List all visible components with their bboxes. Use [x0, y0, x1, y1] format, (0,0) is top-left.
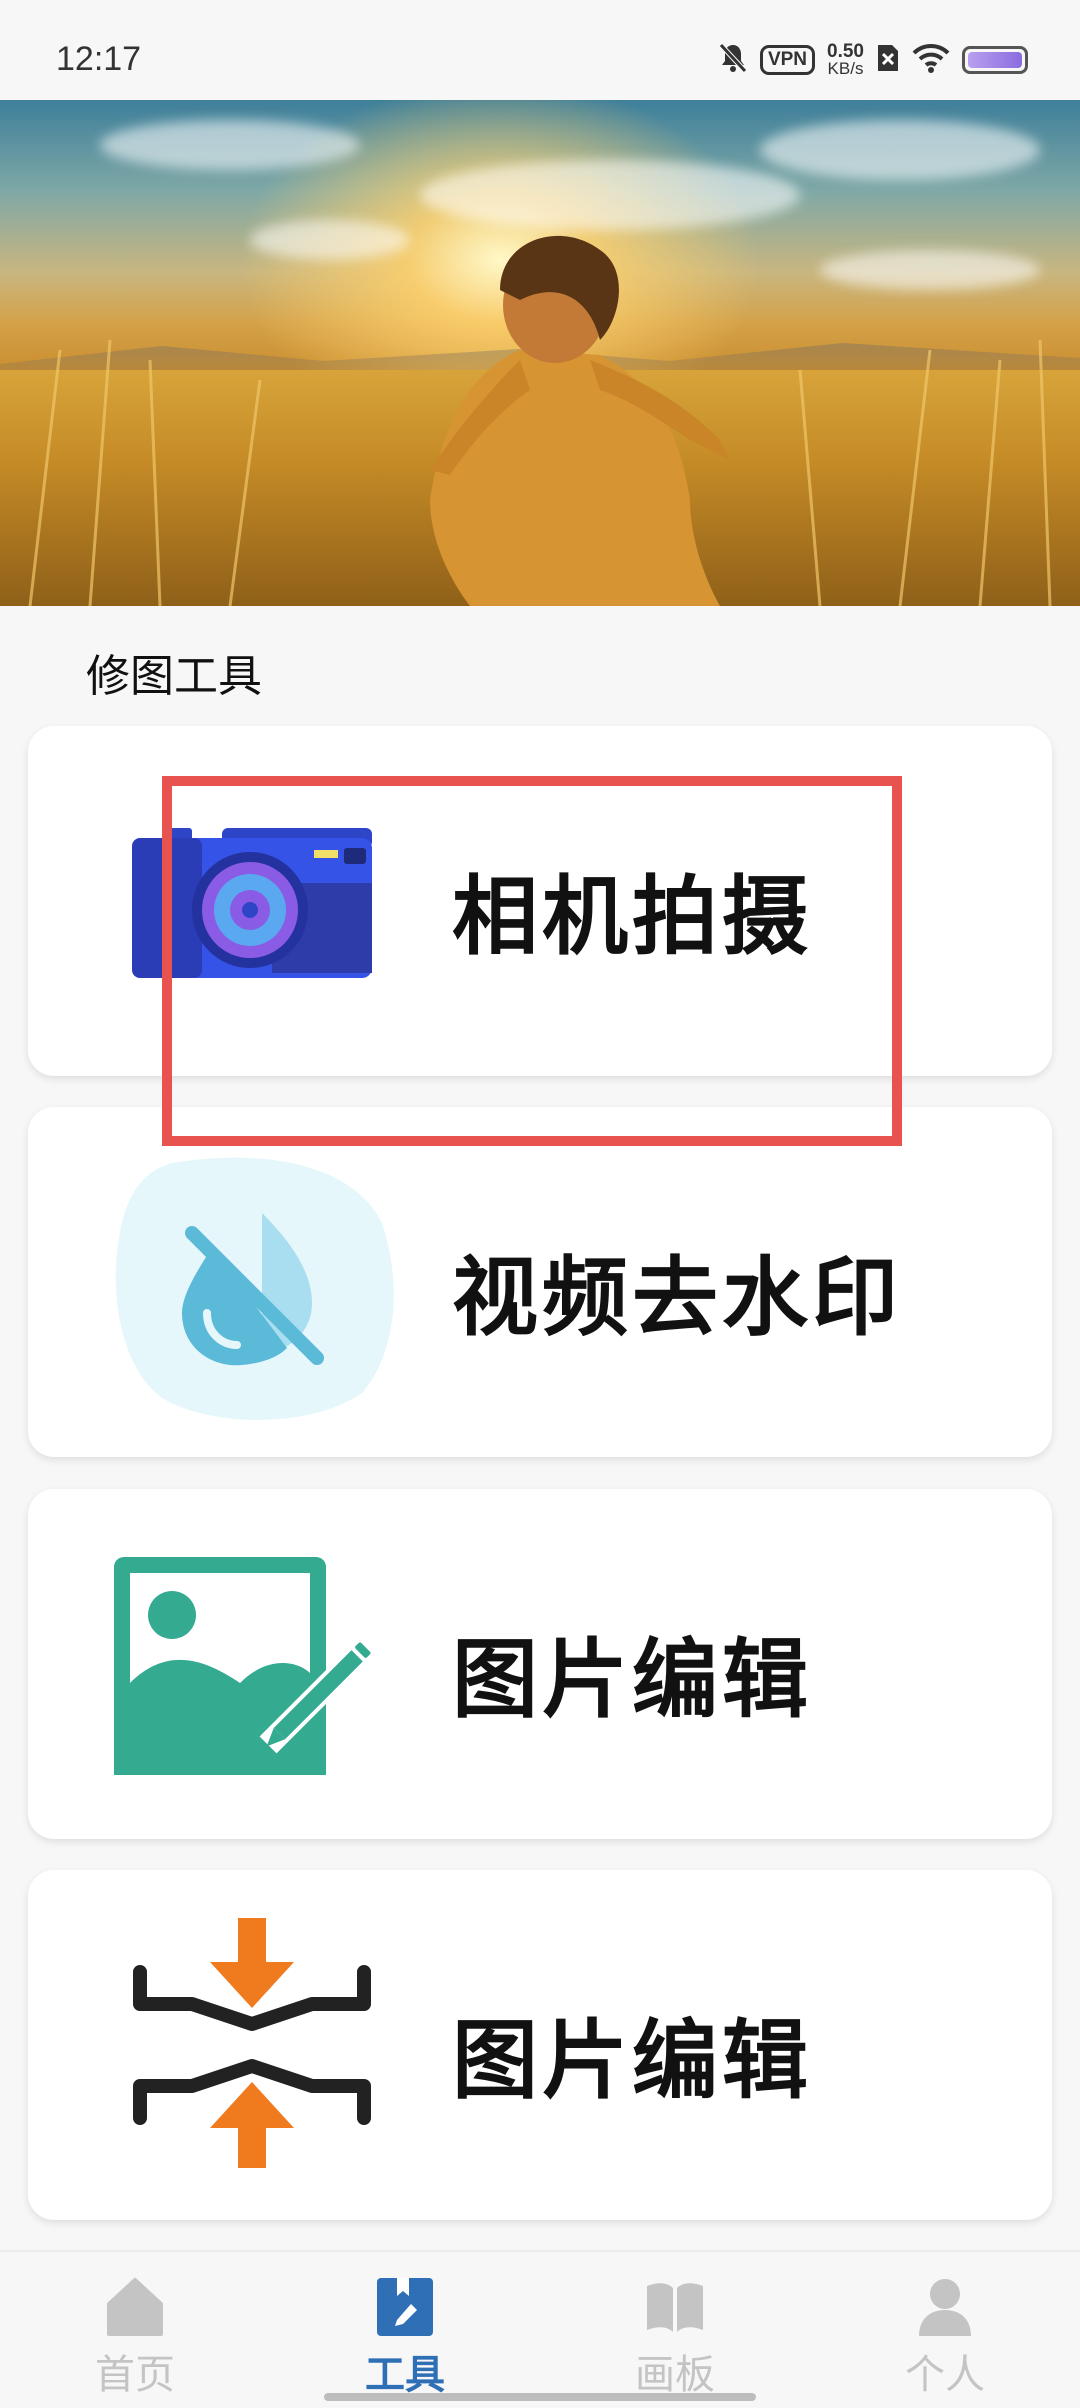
- home-indicator[interactable]: [324, 2393, 756, 2401]
- status-time: 12:17: [56, 40, 142, 78]
- book-icon: [645, 2276, 705, 2338]
- banner-girl: [28, 235, 1052, 606]
- image-edit-icon: [110, 1553, 400, 1783]
- network-speed: 0.50 KB/s: [827, 41, 864, 78]
- nav-label: 画板: [635, 2352, 715, 2398]
- tool-card-watermark[interactable]: 视频去水印: [28, 1107, 1052, 1457]
- tool-card-image-edit[interactable]: 图片编辑: [28, 1489, 1052, 1839]
- image-compress-icon: [132, 1912, 372, 2176]
- tool-card-label: 图片编辑: [452, 2011, 812, 2111]
- watermark-remove-icon: [112, 1153, 396, 1427]
- section-title: 修图工具: [86, 651, 262, 702]
- bell-off-icon: [718, 42, 748, 78]
- tool-card-image-compress[interactable]: 图片编辑: [28, 1870, 1052, 2220]
- nav-item-tools[interactable]: 工具: [270, 2252, 540, 2408]
- vpn-icon: VPN: [759, 45, 816, 75]
- tool-card-label: 图片编辑: [452, 1630, 812, 1730]
- net-speed-unit: KB/s: [827, 59, 864, 78]
- nav-label: 首页: [95, 2352, 175, 2398]
- tools-icon: [375, 2276, 435, 2338]
- battery-icon: [962, 46, 1028, 74]
- bottom-nav: 首页 工具 画板 个人: [0, 2250, 1080, 2408]
- wifi-icon: [912, 43, 950, 77]
- status-icons: VPN 0.50 KB/s: [718, 40, 1028, 80]
- nav-item-profile[interactable]: 个人: [810, 2252, 1080, 2408]
- tool-card-label: 视频去水印: [452, 1248, 902, 1348]
- status-bar: 12:17 VPN 0.50 KB/s: [0, 0, 1080, 100]
- banner-image[interactable]: [0, 100, 1080, 606]
- nav-label: 个人: [905, 2352, 985, 2398]
- person-icon: [915, 2276, 975, 2338]
- nav-label: 工具: [365, 2352, 445, 2398]
- home-icon: [105, 2276, 165, 2338]
- nav-item-board[interactable]: 画板: [540, 2252, 810, 2408]
- battery-fill: [968, 52, 1022, 68]
- no-sim-icon: [876, 43, 900, 77]
- net-speed-value: 0.50: [827, 41, 864, 62]
- nav-item-home[interactable]: 首页: [0, 2252, 270, 2408]
- highlight-box: [162, 776, 902, 1146]
